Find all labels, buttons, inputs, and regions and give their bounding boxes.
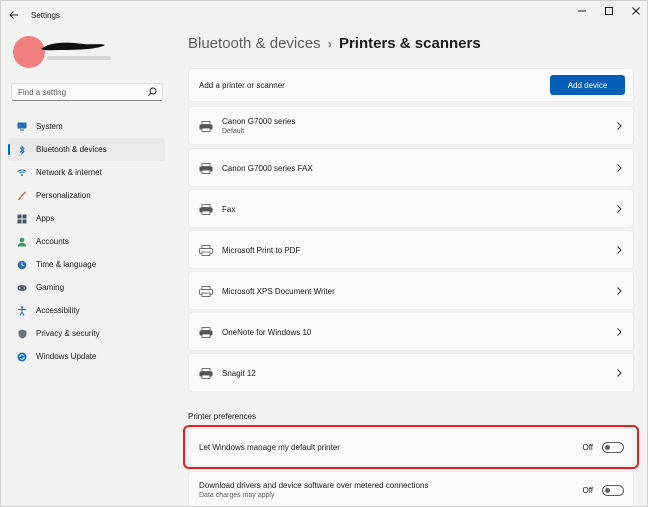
sidebar-item-label: Personalization <box>36 191 91 200</box>
printer-name: Canon G7000 series <box>222 117 296 126</box>
printer-row[interactable]: Fax <box>188 189 634 228</box>
back-arrow-icon <box>9 11 18 19</box>
virtual-printer-icon <box>199 245 213 256</box>
chevron-right-icon <box>617 369 622 377</box>
accounts-icon <box>17 237 27 247</box>
sidebar-item-network-internet[interactable]: Network & internet <box>8 161 165 184</box>
add-printer-card: Add a printer or scanner Add device <box>188 68 634 102</box>
printer-name: Microsoft Print to PDF <box>222 246 301 255</box>
redacted-email <box>47 56 111 60</box>
close-icon <box>632 7 640 15</box>
sidebar-item-privacy-security[interactable]: Privacy & security <box>8 322 165 345</box>
printer-icon <box>199 368 213 379</box>
toggle-knob <box>605 445 610 450</box>
back-button[interactable] <box>7 8 21 22</box>
brush-icon <box>17 191 27 201</box>
printer-status: Default <box>222 128 245 135</box>
sidebar-item-gaming[interactable]: Gaming <box>8 276 165 299</box>
search-box[interactable] <box>11 83 163 101</box>
sidebar-item-apps[interactable]: Apps <box>8 207 165 230</box>
network-icon <box>17 168 27 178</box>
printer-row[interactable]: OneNote for Windows 10 <box>188 312 634 351</box>
printer-icon <box>199 204 213 215</box>
sidebar-item-bluetooth-devices[interactable]: Bluetooth & devices <box>8 138 165 161</box>
sidebar-item-accessibility[interactable]: Accessibility <box>8 299 165 322</box>
sidebar-item-personalization[interactable]: Personalization <box>8 184 165 207</box>
gaming-icon <box>17 283 27 293</box>
toggle-state-label: Off <box>582 443 593 452</box>
printer-icon <box>199 327 213 338</box>
sidebar-nav: System Bluetooth & devices Network & int… <box>8 115 165 368</box>
title-bar: Settings <box>1 1 647 29</box>
printer-name: OneNote for Windows 10 <box>222 328 312 337</box>
page-title: Printers & scanners <box>338 35 481 52</box>
maximize-icon <box>605 7 613 15</box>
virtual-printer-icon <box>199 286 213 297</box>
breadcrumb-separator: › <box>327 36 332 51</box>
redacted-name <box>41 42 105 51</box>
sidebar-item-label: Network & internet <box>36 168 102 177</box>
chevron-right-icon <box>617 205 622 213</box>
sidebar-item-accounts[interactable]: Accounts <box>8 230 165 253</box>
sidebar-item-label: Accounts <box>36 237 69 246</box>
search-icon[interactable] <box>147 87 157 97</box>
printer-name: Canon G7000 series FAX <box>222 164 313 173</box>
printer-name: Microsoft XPS Document Writer <box>222 287 335 296</box>
close-button[interactable] <box>625 4 647 18</box>
toggle-knob <box>605 488 610 493</box>
accessibility-icon <box>17 305 27 316</box>
add-printer-label: Add a printer or scanner <box>199 81 285 90</box>
system-icon <box>17 122 27 132</box>
minimize-icon <box>578 10 586 12</box>
settings-window: Settings System <box>0 0 648 507</box>
apps-icon <box>17 214 27 224</box>
sidebar-item-time-language[interactable]: Time & language <box>8 253 165 276</box>
sidebar-item-label: Time & language <box>36 260 97 269</box>
minimize-button[interactable] <box>571 4 593 18</box>
sidebar-item-windows-update[interactable]: Windows Update <box>8 345 165 368</box>
sidebar-item-label: Privacy & security <box>36 329 100 338</box>
printer-name: Fax <box>222 205 236 214</box>
printer-name: Snagit 12 <box>222 369 256 378</box>
sidebar-item-system[interactable]: System <box>8 115 165 138</box>
default-printer-setting: Let Windows manage my default printer Of… <box>188 428 634 466</box>
sidebar-item-label: Bluetooth & devices <box>36 145 107 154</box>
maximize-button[interactable] <box>598 4 620 18</box>
shield-icon <box>17 329 27 339</box>
bluetooth-icon <box>17 144 27 155</box>
sidebar-item-label: Apps <box>36 214 55 223</box>
breadcrumb-parent[interactable]: Bluetooth & devices <box>188 35 321 52</box>
printer-row[interactable]: Microsoft XPS Document Writer <box>188 271 634 310</box>
section-title-printer-preferences: Printer preferences <box>188 412 257 421</box>
printer-row[interactable]: Canon G7000 series Default <box>188 106 634 145</box>
default-printer-toggle[interactable] <box>602 442 624 453</box>
printer-row[interactable]: Snagit 12 <box>188 353 634 392</box>
setting-label: Let Windows manage my default printer <box>199 443 340 452</box>
breadcrumb: Bluetooth & devices › Printers & scanners <box>188 35 481 52</box>
chevron-right-icon <box>617 164 622 172</box>
sidebar-item-label: Accessibility <box>36 306 80 315</box>
search-input[interactable] <box>18 86 146 99</box>
printer-row[interactable]: Microsoft Print to PDF <box>188 230 634 269</box>
setting-description: Data charges may apply <box>199 492 275 499</box>
sidebar-item-label: System <box>36 122 63 131</box>
printer-icon <box>199 121 213 132</box>
globe-clock-icon <box>17 260 27 270</box>
chevron-right-icon <box>617 287 622 295</box>
sidebar-item-label: Windows Update <box>36 352 97 361</box>
app-title: Settings <box>31 11 60 20</box>
chevron-right-icon <box>617 328 622 336</box>
update-icon <box>17 352 27 362</box>
chevron-right-icon <box>617 246 622 254</box>
toggle-state-label: Off <box>582 486 593 495</box>
add-device-button[interactable]: Add device <box>550 75 625 95</box>
chevron-right-icon <box>617 122 622 130</box>
metered-drivers-setting: Download drivers and device software ove… <box>188 471 634 506</box>
sidebar-item-label: Gaming <box>36 283 65 292</box>
setting-label: Download drivers and device software ove… <box>199 481 429 490</box>
printer-icon <box>199 163 213 174</box>
printer-row[interactable]: Canon G7000 series FAX <box>188 148 634 187</box>
metered-drivers-toggle[interactable] <box>602 485 624 496</box>
